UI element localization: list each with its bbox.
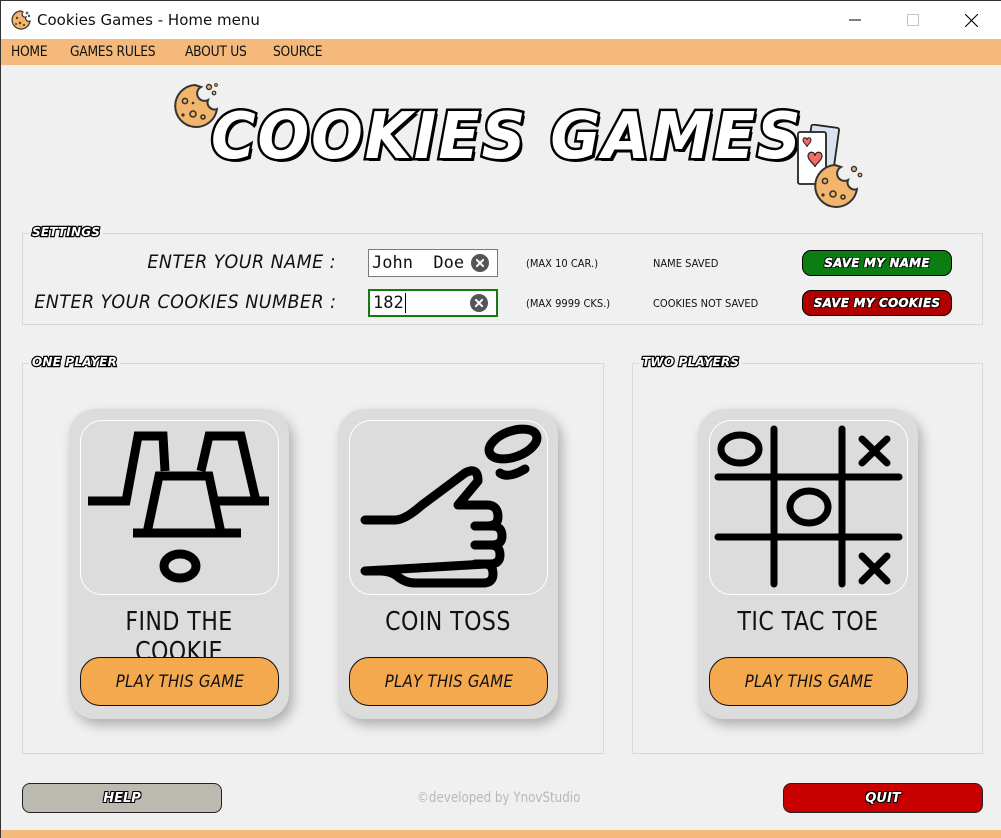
save-cookies-button[interactable]: SAVE MY COOKIES <box>802 290 952 316</box>
game-title: TIC TAC TOE <box>737 607 879 637</box>
name-max-hint: (MAX 10 CAR.) <box>526 257 599 270</box>
save-name-button[interactable]: SAVE MY NAME <box>802 250 952 276</box>
cups-icon <box>88 431 269 583</box>
title-bar: Cookies Games - Home menu <box>1 1 1001 39</box>
play-button-label: PLAY THIS GAME <box>115 671 244 692</box>
menu-item-about-us[interactable]: ABOUT US <box>185 44 247 60</box>
play-coin-toss-button[interactable]: PLAY THIS GAME <box>349 657 548 706</box>
text-caret <box>404 293 406 313</box>
play-tic-tac-toe-button[interactable]: PLAY THIS GAME <box>709 657 908 706</box>
minimize-icon <box>849 19 861 21</box>
maximize-button[interactable] <box>884 1 942 39</box>
maximize-icon <box>907 14 919 26</box>
minimize-button[interactable] <box>826 1 884 39</box>
play-button-label: PLAY THIS GAME <box>744 671 873 692</box>
menu-item-games-rules[interactable]: GAMES RULES <box>70 44 156 60</box>
window-title: Cookies Games - Home menu <box>37 11 260 29</box>
game-card-tic-tac-toe: TIC TAC TOE PLAY THIS GAME <box>698 409 918 719</box>
play-button-label: PLAY THIS GAME <box>384 671 513 692</box>
game-icon-box <box>80 420 279 595</box>
quit-button[interactable]: QUIT <box>783 783 983 813</box>
help-button[interactable]: HELP <box>22 783 222 813</box>
tic-tac-toe-icon <box>714 425 903 588</box>
cookie-icon <box>11 10 31 30</box>
clear-icon <box>475 299 483 307</box>
game-card-find-the-cookie: FIND THE COOKIE PLAY THIS GAME <box>69 409 289 719</box>
coin-toss-icon <box>360 424 542 588</box>
one-player-group-label: ONE PLAYER <box>29 354 121 370</box>
two-players-group-label: TWO PLAYERS <box>639 354 743 370</box>
close-button[interactable] <box>942 1 1000 39</box>
cookies-label: ENTER YOUR COOKIES NUMBER : <box>33 291 336 313</box>
clear-icon <box>476 259 484 267</box>
game-card-coin-toss: COIN TOSS PLAY THIS GAME <box>338 409 558 719</box>
cookies-input[interactable]: 182 <box>368 289 498 317</box>
cookies-status: COOKIES NOT SAVED <box>653 297 759 310</box>
credit-text: ©developed by YnovStudio <box>417 790 581 806</box>
cookie-icon <box>814 163 863 208</box>
clear-cookies-button[interactable] <box>470 294 488 312</box>
name-status: NAME SAVED <box>653 257 719 270</box>
bottom-bar <box>1 830 1001 838</box>
name-label: ENTER YOUR NAME : <box>147 251 336 273</box>
cookies-max-hint: (MAX 9999 CKS.) <box>526 297 611 310</box>
menu-item-home[interactable]: HOME <box>11 44 48 60</box>
name-input[interactable]: John Doe <box>368 249 498 277</box>
settings-group-label: SETTINGS <box>29 224 104 240</box>
game-title: COIN TOSS <box>385 607 511 637</box>
logo-text: COOKIES GAMES <box>209 98 804 177</box>
app-window: Cookies Games - Home menu HOME GAMES RUL… <box>0 0 1001 838</box>
cookies-input-value: 182 <box>373 293 404 313</box>
play-find-the-cookie-button[interactable]: PLAY THIS GAME <box>80 657 279 706</box>
game-icon-box <box>349 420 548 595</box>
game-icon-box <box>709 420 908 595</box>
close-icon <box>964 13 978 27</box>
clear-name-button[interactable] <box>471 254 489 272</box>
menu-item-source[interactable]: SOURCE <box>273 44 323 60</box>
logo: COOKIES GAMES <box>166 76 876 216</box>
menu-bar: HOME GAMES RULES ABOUT US SOURCE <box>1 39 1001 65</box>
name-input-value: John Doe <box>372 253 465 273</box>
